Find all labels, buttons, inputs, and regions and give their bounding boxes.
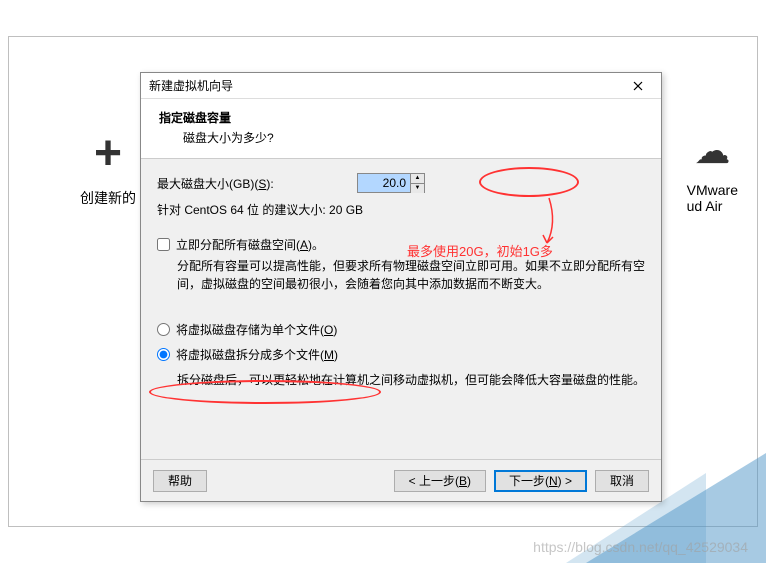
bg-create-tile: + 创建新的 (80, 130, 136, 208)
disk-size-input[interactable] (358, 174, 410, 192)
recommend-text: 针对 CentOS 64 位 的建议大小: 20 GB (157, 201, 645, 218)
single-file-radio[interactable] (157, 323, 170, 336)
allocate-now-label: 立即分配所有磁盘空间(A)。 (176, 236, 324, 253)
allocate-desc: 分配所有容量可以提高性能，但要求所有物理磁盘空间立即可用。如果不立即分配所有空间… (177, 257, 645, 293)
watermark: https://blog.csdn.net/qq_42529034 (533, 539, 748, 555)
cloud-icon: ☁ (687, 130, 738, 172)
split-files-radio[interactable] (157, 348, 170, 361)
dialog-content: 最大磁盘大小(GB)(S): ▲ ▼ 针对 CentOS 64 位 的建议大小:… (141, 159, 661, 403)
disk-size-label: 最大磁盘大小(GB)(S): (157, 175, 357, 192)
split-desc: 拆分磁盘后，可以更轻松地在计算机之间移动虚拟机，但可能会降低大容量磁盘的性能。 (177, 371, 645, 389)
header-subtitle: 磁盘大小为多少? (183, 129, 643, 146)
header-title: 指定磁盘容量 (159, 109, 643, 126)
allocate-now-checkbox[interactable] (157, 238, 170, 251)
help-button[interactable]: 帮助 (153, 470, 207, 492)
bg-cloud-tile: ☁ VMware ud Air (687, 130, 738, 214)
disk-size-spinner[interactable]: ▲ ▼ (357, 173, 425, 193)
bg-create-label: 创建新的 (80, 188, 136, 208)
titlebar: 新建虚拟机向导 (141, 73, 661, 99)
wizard-dialog: 新建虚拟机向导 指定磁盘容量 磁盘大小为多少? 最大磁盘大小(GB)(S): ▲… (140, 72, 662, 502)
bg-right-label: VMware ud Air (687, 182, 738, 214)
next-button[interactable]: 下一步(N) > (494, 470, 587, 492)
back-button[interactable]: < 上一步(B) (394, 470, 486, 492)
annotation-text: 最多使用20G，初始1G多 (407, 241, 553, 260)
plus-icon: + (80, 130, 136, 178)
button-bar: 帮助 < 上一步(B) 下一步(N) > 取消 (141, 459, 661, 501)
spinner-down-button[interactable]: ▼ (411, 184, 424, 193)
window-title: 新建虚拟机向导 (149, 77, 621, 94)
single-file-label: 将虚拟磁盘存储为单个文件(O) (176, 321, 337, 338)
close-icon (633, 81, 643, 91)
split-files-label: 将虚拟磁盘拆分成多个文件(M) (176, 346, 338, 363)
close-button[interactable] (621, 76, 655, 96)
dialog-header: 指定磁盘容量 磁盘大小为多少? (141, 99, 661, 159)
cancel-button[interactable]: 取消 (595, 470, 649, 492)
spinner-up-button[interactable]: ▲ (411, 174, 424, 184)
